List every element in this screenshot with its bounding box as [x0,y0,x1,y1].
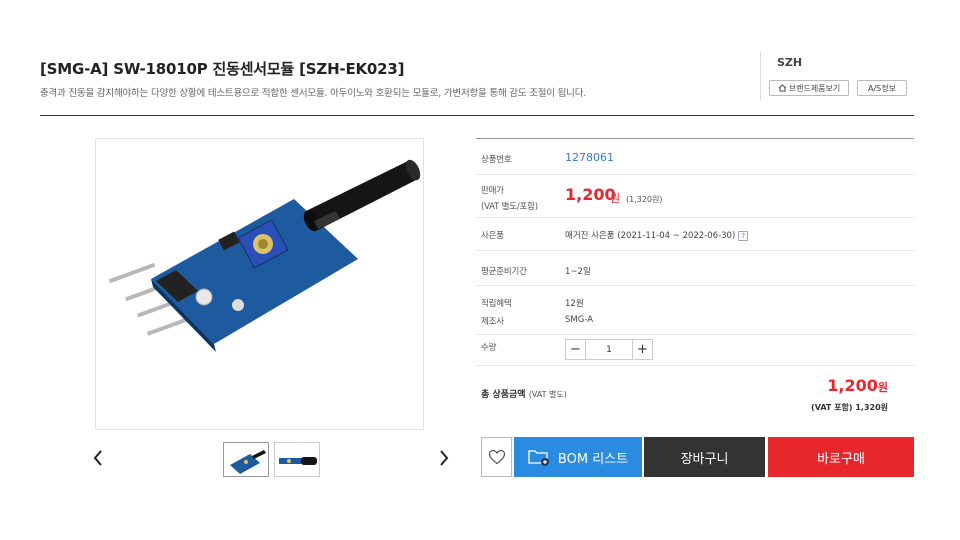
add-to-cart-button[interactable]: 장바구니 [644,437,765,477]
sale-price-vat: (1,320원) [626,195,663,204]
folder-add-icon [528,450,549,466]
row-divider [476,285,914,286]
quantity-stepper: − + [565,339,653,360]
buy-now-button[interactable]: 바로구매 [768,437,914,477]
chevron-right-icon [440,450,449,466]
gift-value-text: 매거진 사은품 (2021-11-04 ~ 2022-06-30) [565,231,736,241]
quantity-label: 수량 [481,343,497,353]
lead-time-label: 평균준비기간 [481,267,527,277]
gift-label: 사은품 [481,231,504,241]
info-table-top-border [476,138,914,139]
sale-price: 1,200 [565,185,616,204]
product-title: [SMG-A] SW-18010P 진동센서모듈 [SZH-EK023] [40,60,405,78]
points-label: 적립혜택 [481,299,512,309]
points-value: 12원 [565,299,584,309]
total-label-note: (VAT 별도) [528,390,567,399]
total-label-text: 총 상품금액 [481,390,526,400]
row-divider [476,217,914,218]
product-code-label: 상품번호 [481,155,512,165]
gallery-thumbnail-1[interactable] [223,442,269,477]
product-code-value: 1278061 [565,151,614,164]
bom-list-label: BOM 리스트 [557,451,629,467]
total-price: 1,200원 [827,376,888,395]
total-price-unit: 원 [877,381,888,394]
sale-price-unit: 원 [610,192,621,205]
quantity-increase-button[interactable]: + [632,339,653,360]
brand-name: SZH [777,56,803,69]
gallery-thumbnail-2[interactable] [274,442,320,477]
price-label: 판매가 [481,186,504,196]
header-divider [40,115,914,116]
total-price-vat: (VAT 포함) 1,320원 [811,403,888,412]
row-divider [476,250,914,251]
wishlist-button[interactable] [481,437,512,477]
bom-list-button[interactable]: BOM 리스트 [514,437,642,477]
lead-time-value: 1~2일 [565,267,591,277]
heart-icon [488,449,505,465]
maker-value: SMG-A [565,315,594,325]
row-divider [476,365,914,366]
total-label: 총 상품금액 (VAT 별도) [481,387,567,400]
row-divider [476,334,914,335]
thumbnail-image-2 [279,457,317,465]
product-main-image [95,138,424,430]
product-description: 충격과 진동을 감지해야하는 다양한 상황에 테스트용으로 적합한 센서모듈. … [40,88,587,99]
row-divider [476,174,914,175]
maker-label: 제조사 [481,317,504,327]
total-price-value: 1,200 [827,376,878,395]
chevron-left-icon [93,450,102,466]
price-label-vat: (VAT 별도/포함) [481,202,538,212]
brand-panel: SZH 브랜드제품보기 A/S정보 [760,52,914,100]
quantity-decrease-button[interactable]: − [565,339,586,360]
gallery-next-button[interactable] [438,448,450,473]
quantity-input[interactable] [586,339,632,360]
help-icon[interactable]: ? [738,230,749,241]
gallery-prev-button[interactable] [92,448,104,473]
sensor-module-image [108,159,421,352]
brand-products-button[interactable]: 브랜드제품보기 [769,80,849,96]
brand-products-label: 브랜드제품보기 [788,83,841,93]
gift-value: 매거진 사은품 (2021-11-04 ~ 2022-06-30)? [565,229,749,241]
as-info-button[interactable]: A/S정보 [857,80,907,96]
thumbnail-image-1 [230,450,266,474]
home-icon [778,84,787,92]
